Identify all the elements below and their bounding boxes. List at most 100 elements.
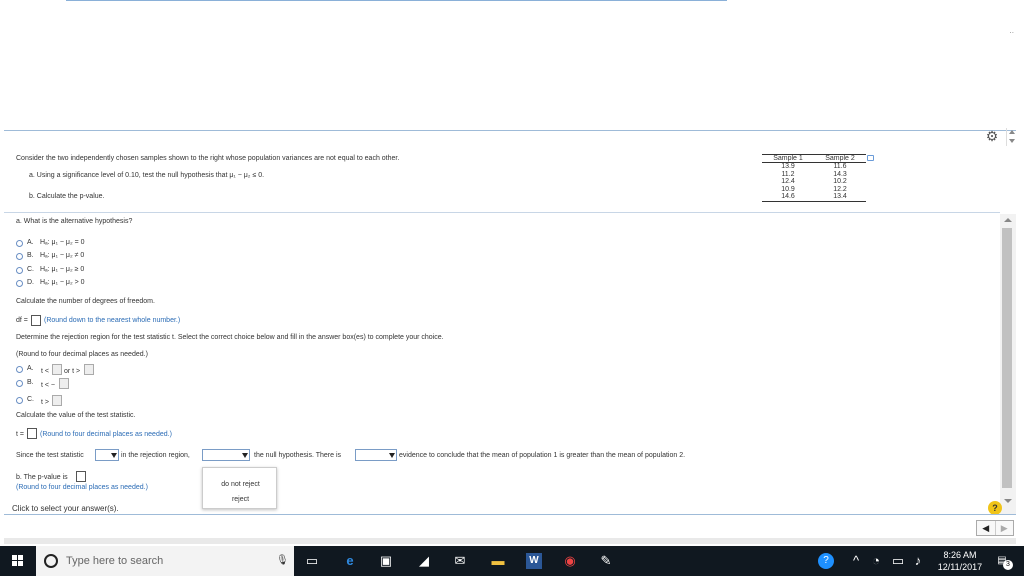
time: 8:26 AM	[943, 550, 977, 560]
battery-icon[interactable]: ▭	[890, 553, 906, 569]
more-icon[interactable]: ..	[1010, 26, 1014, 35]
prev-button[interactable]: ◀	[977, 521, 995, 535]
help-tray-icon[interactable]: ?	[818, 553, 834, 569]
option-a-letter: A.	[27, 239, 34, 246]
popup-option-reject[interactable]: reject	[203, 496, 278, 503]
mail-icon[interactable]: ✉	[452, 553, 468, 569]
top-rule	[66, 0, 727, 1]
main-scrollbar[interactable]	[1000, 214, 1016, 514]
rejection-c-input[interactable]	[52, 395, 62, 406]
option-c-text: Hₐ: μ₁ − μ₂ ≥ 0	[40, 266, 85, 273]
table-header: Sample 1	[773, 155, 803, 162]
clock[interactable]: 8:26 AM 12/11/2017	[930, 549, 990, 573]
option-d-text: Hₐ: μ₁ − μ₂ > 0	[40, 279, 85, 286]
microphone-icon[interactable]: 🎙	[276, 555, 289, 566]
next-button[interactable]: ▶	[994, 521, 1014, 535]
radio-option-a[interactable]	[16, 240, 23, 247]
footer-text: Click to select your answer(s).	[12, 504, 119, 513]
task-view-icon[interactable]: ▭	[304, 553, 320, 569]
chevron-down-icon	[389, 451, 395, 459]
table-cell: 14.6	[781, 193, 795, 200]
search-placeholder: Type here to search	[66, 555, 164, 567]
since-text-4: evidence to conclude that the mean of po…	[399, 452, 686, 459]
top-scrollbar[interactable]	[1006, 128, 1016, 146]
rejection-a-letter: A.	[27, 365, 34, 372]
pvalue-hint: (Round to four decimal places as needed.…	[16, 484, 148, 491]
pvalue-input[interactable]	[76, 471, 86, 482]
df-prompt: Calculate the number of degrees of freed…	[16, 298, 155, 305]
word-icon[interactable]: W	[526, 553, 542, 569]
rejection-c-pre: t >	[41, 399, 49, 406]
rejection-a-input-2[interactable]	[84, 364, 94, 375]
reject-dropdown[interactable]	[202, 449, 250, 461]
gear-icon[interactable]: ⚙	[984, 128, 1000, 144]
chevron-up-icon[interactable]: ^	[848, 553, 864, 569]
table-cell: 13.9	[781, 163, 795, 170]
pvalue-label: b. The p-value is	[16, 474, 68, 481]
table-cell: 14.3	[833, 170, 847, 178]
notification-count: 3	[1003, 560, 1013, 570]
copy-data-icon[interactable]	[867, 155, 874, 161]
table-cell: 10.9	[781, 185, 795, 193]
t-input[interactable]	[27, 428, 37, 439]
radio-option-c[interactable]	[16, 267, 23, 274]
taskbar-search[interactable]: Type here to search 🎙	[36, 546, 294, 576]
taskbar: Type here to search 🎙 ▭ e ▣ ◢ ✉ ▬ W ◉ ✎ …	[0, 546, 1024, 576]
df-hint: (Round down to the nearest whole number.…	[44, 317, 181, 324]
question-a: a. What is the alternative hypothesis?	[16, 218, 133, 225]
radio-option-d[interactable]	[16, 280, 23, 287]
option-b-text: Hₐ: μ₁ − μ₂ ≠ 0	[40, 252, 85, 259]
horizontal-scrollbar[interactable]	[4, 538, 1016, 544]
date: 12/11/2017	[937, 562, 983, 572]
dropdown-popup: do not reject reject	[202, 467, 277, 509]
problem-intro: Consider the two independently chosen sa…	[16, 155, 400, 162]
rejection-prompt: Determine the rejection region for the t…	[16, 334, 444, 341]
rejection-a-input-1[interactable]	[52, 364, 62, 375]
option-a-text: Hₐ: μ₁ − μ₂ = 0	[40, 239, 85, 246]
rejection-a-pre: t <	[41, 368, 49, 375]
section-divider	[4, 212, 1000, 213]
header-divider	[4, 130, 1016, 131]
df-label: df =	[16, 317, 28, 324]
rejection-b-input[interactable]	[59, 378, 69, 389]
radio-rejection-c[interactable]	[16, 397, 23, 404]
volume-icon[interactable]: ♪	[910, 553, 926, 569]
rejection-hint: (Round to four decimal places as needed.…	[16, 351, 148, 358]
t-label: t =	[16, 431, 24, 438]
radio-rejection-b[interactable]	[16, 380, 23, 387]
app-icon[interactable]: ◢	[416, 553, 432, 569]
df-input[interactable]	[31, 315, 41, 326]
option-d-letter: D.	[27, 279, 34, 286]
table-cell: 12.4	[781, 178, 795, 185]
wifi-icon[interactable]: ◔	[868, 553, 884, 569]
help-icon[interactable]: ?	[988, 501, 1002, 515]
misc-app-icon[interactable]: ✎	[598, 553, 614, 569]
since-text-3: the null hypothesis. There is	[254, 452, 342, 459]
rejection-b-pre: t < −	[41, 382, 56, 389]
chrome-icon[interactable]: ◉	[562, 553, 578, 569]
rejection-a-mid: or t >	[64, 368, 81, 375]
evidence-dropdown[interactable]	[355, 449, 397, 461]
radio-rejection-a[interactable]	[16, 366, 23, 373]
table-cell: 13.4	[833, 193, 847, 200]
scrollbar-thumb[interactable]	[1002, 228, 1012, 488]
is-dropdown[interactable]	[95, 449, 119, 461]
windows-start-icon[interactable]	[12, 555, 24, 567]
file-explorer-icon[interactable]: ▬	[490, 553, 506, 569]
option-b-letter: B.	[27, 252, 34, 259]
store-icon[interactable]: ▣	[378, 553, 394, 569]
cortana-icon	[44, 554, 58, 568]
radio-option-b[interactable]	[16, 253, 23, 260]
chevron-down-icon	[111, 451, 117, 459]
stat-prompt: Calculate the value of the test statisti…	[16, 412, 136, 419]
option-c-letter: C.	[27, 266, 34, 273]
screen: .. ⚙ Consider the two independently chos…	[0, 0, 1024, 576]
problem-part-b: b. Calculate the p-value.	[29, 193, 105, 200]
nav-buttons: ◀ ▶	[976, 520, 1014, 536]
table-cell: 11.6	[833, 163, 847, 170]
edge-icon[interactable]: e	[342, 553, 358, 569]
popup-option-do-not-reject[interactable]: do not reject	[203, 481, 278, 488]
footer-divider	[4, 514, 1016, 515]
table-header: Sample 2	[825, 155, 855, 162]
t-hint: (Round to four decimal places as needed.…	[40, 431, 172, 438]
